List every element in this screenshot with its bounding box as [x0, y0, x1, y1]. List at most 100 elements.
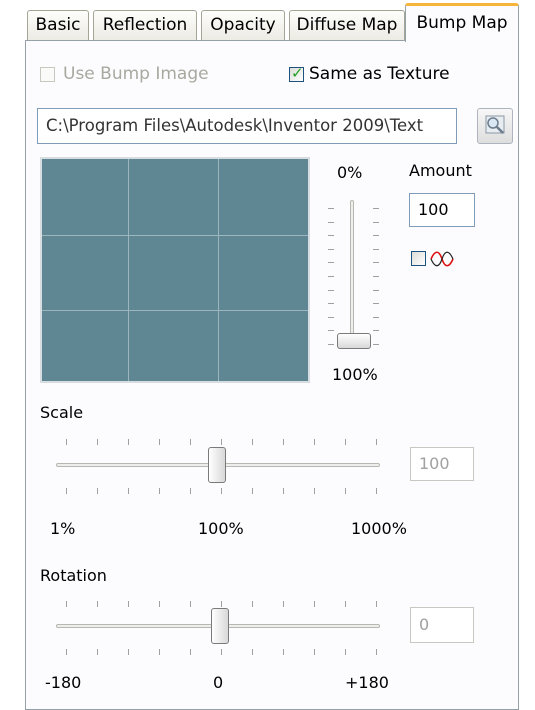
- same-as-texture-label: Same as Texture: [309, 64, 450, 84]
- rotation-mid-label: 0: [213, 673, 224, 692]
- slider-tick: [252, 649, 253, 655]
- amount-slider-track[interactable]: [350, 200, 354, 345]
- rotation-input[interactable]: 0: [410, 607, 474, 643]
- slider-tick: [376, 439, 377, 445]
- slider-tick: [376, 649, 377, 655]
- slider-tick: [221, 649, 222, 655]
- amount-tick: [328, 289, 334, 291]
- scale-max-label: 1000%: [351, 519, 407, 538]
- invert-bump-checkbox[interactable]: [411, 251, 426, 266]
- wave-invert-icon: [430, 251, 454, 267]
- slider-tick: [252, 601, 253, 607]
- amount-tick: [328, 208, 334, 209]
- slider-tick: [128, 439, 129, 445]
- amount-tick: [328, 235, 334, 237]
- slider-tick: [376, 488, 377, 494]
- slider-tick: [97, 488, 98, 494]
- slider-tick: [283, 649, 284, 655]
- scale-min-label: 1%: [50, 519, 76, 538]
- amount-tick: [328, 248, 334, 250]
- slider-tick: [128, 649, 129, 655]
- amount-tick: [373, 289, 379, 291]
- bump-preview-swatch: [40, 157, 310, 383]
- slider-tick: [97, 649, 98, 655]
- amount-slider-bottom-label: 100%: [332, 365, 378, 384]
- amount-tick: [328, 330, 334, 332]
- rotation-label: Rotation: [40, 566, 107, 585]
- tab-diffuse-map[interactable]: Diffuse Map: [289, 10, 405, 40]
- amount-slider-thumb[interactable]: [337, 333, 371, 349]
- browse-button[interactable]: [477, 108, 513, 144]
- slider-tick: [190, 601, 191, 607]
- scale-slider-thumb[interactable]: [208, 447, 226, 483]
- amount-slider-top-label: 0%: [337, 163, 363, 182]
- tab-reflection[interactable]: Reflection: [93, 10, 197, 40]
- slider-tick: [345, 488, 346, 494]
- amount-tick: [328, 344, 334, 345]
- amount-input[interactable]: 100: [409, 193, 475, 227]
- amount-tick: [373, 221, 379, 223]
- amount-tick: [328, 262, 334, 264]
- slider-tick: [221, 439, 222, 445]
- slider-tick: [221, 601, 222, 607]
- slider-tick: [314, 601, 315, 607]
- slider-tick: [159, 601, 160, 607]
- slider-tick: [128, 488, 129, 494]
- slider-tick: [190, 649, 191, 655]
- slider-tick: [314, 439, 315, 445]
- slider-tick: [66, 649, 67, 655]
- slider-tick: [314, 649, 315, 655]
- checkmark-icon: ✓: [291, 64, 304, 82]
- slider-tick: [128, 601, 129, 607]
- amount-tick: [373, 344, 379, 345]
- use-bump-image-label: Use Bump Image: [63, 64, 209, 84]
- amount-tick: [328, 316, 334, 318]
- slider-tick: [97, 601, 98, 607]
- slider-tick: [159, 488, 160, 494]
- slider-tick: [159, 439, 160, 445]
- scale-mid-label: 100%: [198, 519, 244, 538]
- tab-opacity[interactable]: Opacity: [201, 10, 285, 40]
- same-as-texture-checkbox[interactable]: ✓: [289, 64, 304, 82]
- slider-tick: [66, 439, 67, 445]
- slider-tick: [221, 488, 222, 494]
- rotation-max-label: +180: [345, 673, 389, 692]
- scale-input[interactable]: 100: [410, 447, 474, 481]
- amount-tick: [373, 235, 379, 237]
- amount-tick: [373, 330, 379, 332]
- slider-tick: [283, 439, 284, 445]
- slider-tick: [97, 439, 98, 445]
- tab-basic[interactable]: Basic: [27, 10, 89, 40]
- use-bump-image-checkbox[interactable]: [40, 67, 55, 82]
- amount-tick: [328, 303, 334, 305]
- slider-tick: [66, 488, 67, 494]
- amount-label: Amount: [409, 161, 472, 180]
- slider-tick: [283, 601, 284, 607]
- amount-tick: [328, 276, 334, 277]
- bump-image-path-field[interactable]: C:\Program Files\Autodesk\Inventor 2009\…: [37, 108, 457, 144]
- slider-tick: [190, 439, 191, 445]
- tab-bump-map[interactable]: Bump Map: [405, 3, 519, 42]
- slider-tick: [345, 439, 346, 445]
- slider-tick: [252, 488, 253, 494]
- slider-tick: [159, 649, 160, 655]
- amount-tick: [373, 303, 379, 305]
- slider-tick: [66, 601, 67, 607]
- slider-tick: [345, 601, 346, 607]
- amount-tick: [373, 276, 379, 277]
- rotation-min-label: -180: [45, 673, 82, 692]
- amount-tick: [373, 262, 379, 264]
- slider-tick: [345, 649, 346, 655]
- amount-tick: [373, 316, 379, 318]
- slider-tick: [190, 488, 191, 494]
- amount-tick: [373, 208, 379, 209]
- amount-tick: [328, 221, 334, 223]
- magnifier-icon: [485, 115, 505, 134]
- scale-label: Scale: [40, 403, 84, 422]
- slider-tick: [283, 488, 284, 494]
- rotation-slider-thumb[interactable]: [211, 608, 229, 644]
- slider-tick: [314, 488, 315, 494]
- amount-tick: [373, 248, 379, 250]
- slider-tick: [376, 601, 377, 607]
- slider-tick: [252, 439, 253, 445]
